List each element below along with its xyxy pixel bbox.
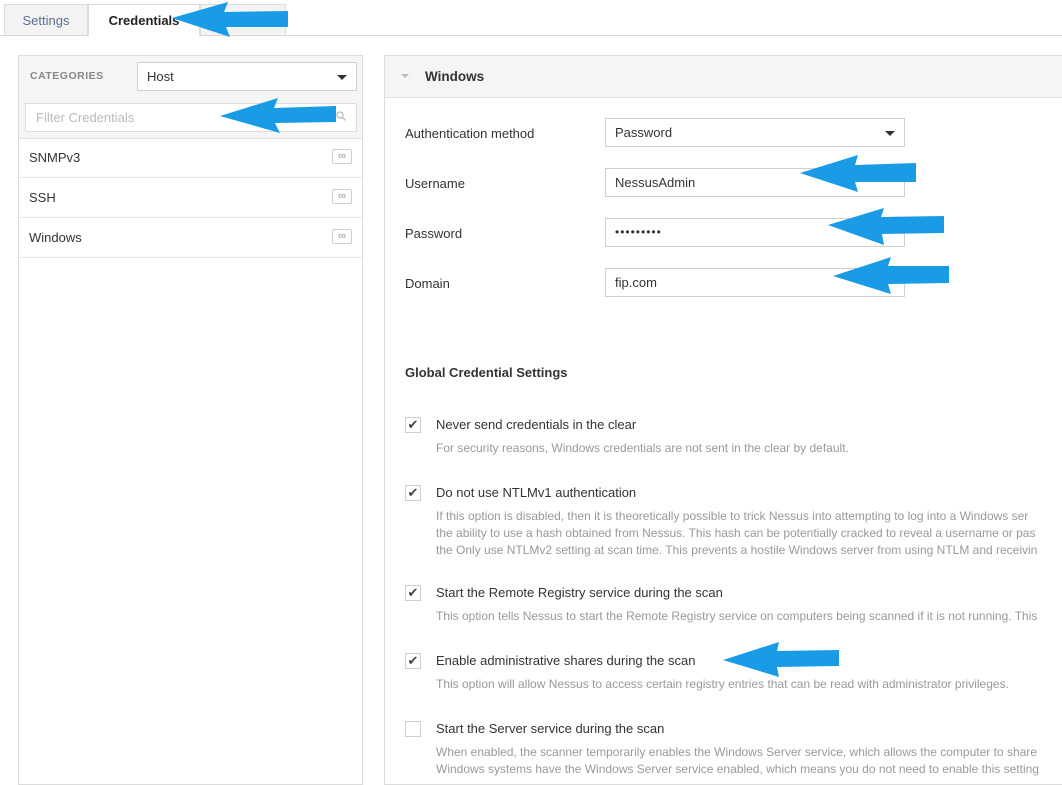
checkbox[interactable] [405,721,421,737]
credential-item-snmpv3[interactable]: SNMPv3 ∞ [19,138,362,178]
option-description-line: If this option is disabled, then it is t… [436,509,1029,523]
credential-label: SSH [29,190,56,205]
infinity-icon: ∞ [332,149,352,164]
credential-item-windows[interactable]: Windows ∞ [19,218,362,258]
option-title: Never send credentials in the clear [436,417,637,432]
annotation-arrow [723,642,839,677]
auth-method-value: Password [615,125,673,140]
domain-value: fip.com [615,275,657,290]
username-value: NessusAdmin [615,175,696,190]
auth-method-select[interactable]: Password [605,118,905,147]
option-description: This option will allow Nessus to access … [436,676,1009,693]
category-select-value: Host [147,69,174,84]
option-description: For security reasons, Windows credential… [436,440,849,457]
password-label: Password [405,226,463,241]
chevron-down-icon [337,75,347,80]
option-title: Do not use NTLMv1 authentication [436,485,637,500]
categories-label: CATEGORIES [30,70,104,82]
option-description-line: Windows systems have the Windows Server … [436,762,1039,776]
infinity-icon: ∞ [332,189,352,204]
auth-method-label: Authentication method [405,126,535,141]
panel-header[interactable]: Windows [385,56,1062,98]
chevron-down-icon [885,131,895,136]
option-description-line: This option tells Nessus to start the Re… [436,609,1038,623]
annotation-arrow [800,155,916,192]
domain-label: Domain [405,276,450,291]
annotation-arrow [833,257,949,294]
categories-row: CATEGORIES Host [19,56,362,99]
credential-item-ssh[interactable]: SSH ∞ [19,178,362,218]
option-description-line: This option will allow Nessus to access … [436,677,1009,691]
username-label: Username [405,176,465,191]
checkbox[interactable]: ✔ [405,585,421,601]
credential-label: Windows [29,230,82,245]
categories-panel: CATEGORIES Host SNMPv3 ∞ SSH ∞ Windows ∞ [18,55,363,785]
option-title: Start the Remote Registry service during… [436,585,723,600]
annotation-arrow [172,2,288,37]
option-description-line: the ability to use a hash obtained from … [436,526,1036,540]
option-description: If this option is disabled, then it is t… [436,508,1037,559]
option-description-line: For security reasons, Windows credential… [436,441,849,455]
option-description: This option tells Nessus to start the Re… [436,608,1037,625]
tab-settings[interactable]: Settings [4,4,88,35]
option-title: Start the Server service during the scan [436,721,665,736]
annotation-arrow [220,98,336,133]
option-description: When enabled, the scanner temporarily en… [436,744,1039,778]
tab-bar: Settings Credentials [0,0,1062,36]
checkbox[interactable]: ✔ [405,653,421,669]
password-value: ••••••••• [615,225,662,239]
option-title: Enable administrative shares during the … [436,653,696,668]
panel-title: Windows [425,69,485,84]
global-settings-title: Global Credential Settings [405,365,568,380]
checkbox[interactable]: ✔ [405,485,421,501]
checkbox[interactable]: ✔ [405,417,421,433]
option-description-line: the Only use NTLMv2 setting at scan time… [436,543,1038,557]
category-select[interactable]: Host [137,62,357,91]
infinity-icon: ∞ [332,229,352,244]
option-description-line: When enabled, the scanner temporarily en… [436,745,1037,759]
annotation-arrow [828,208,944,245]
collapse-caret-icon[interactable] [401,74,409,78]
credential-label: SNMPv3 [29,150,81,165]
